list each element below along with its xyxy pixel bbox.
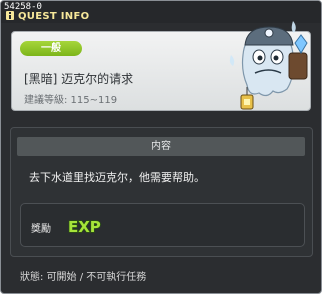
reward-panel: 獎勵 EXP [20, 203, 305, 247]
category-badge: 一般 [20, 41, 82, 56]
quest-name: [黑暗] 迈克尔的请求 [24, 72, 134, 86]
window-title: QUEST INFO [18, 11, 90, 22]
exp-icon[interactable]: EXP [66, 215, 104, 237]
info-icon [6, 11, 14, 20]
quest-info-window: 54258-0 QUEST INFO 一般 [黑暗] 迈克尔的请求 建議等級: … [0, 0, 322, 294]
exp-icon-text: EXP [68, 218, 101, 236]
quest-status: 狀態: 可開始 / 不可執行任務 [20, 272, 147, 283]
content-section-header: 内容 [17, 137, 305, 156]
npc-ghost-miner-icon [229, 21, 308, 110]
quest-content-panel: 内容 去下水道里找迈克尔，他需要帮助。 獎勵 EXP [10, 127, 313, 257]
reward-label: 獎勵 [31, 224, 51, 235]
quest-description: 去下水道里找迈克尔，他需要帮助。 [29, 171, 205, 184]
recommended-level: 建議等級: 115~119 [24, 95, 118, 106]
